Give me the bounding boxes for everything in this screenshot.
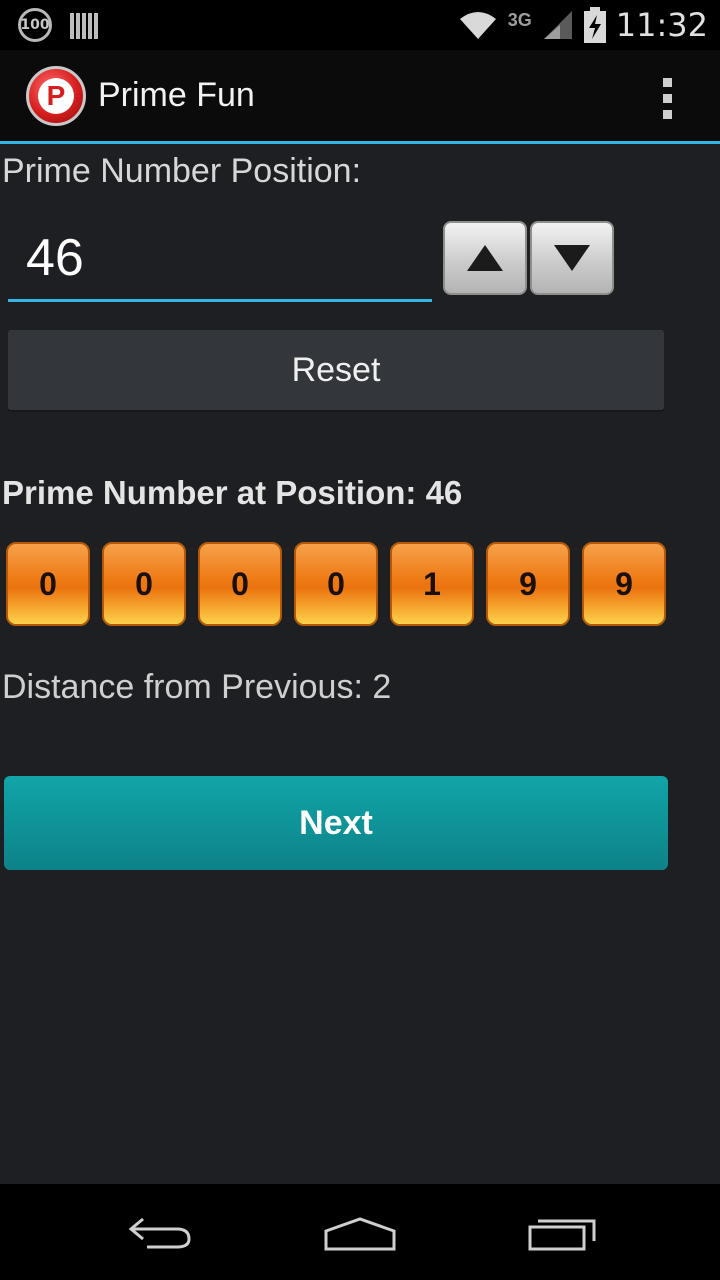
position-input-wrapper: [8, 216, 432, 302]
back-button[interactable]: [120, 1208, 200, 1258]
arrow-down-icon: [554, 245, 590, 271]
action-bar: P Prime Fun: [0, 50, 720, 144]
back-icon: [128, 1217, 191, 1249]
network-type-label: 3G: [507, 9, 532, 30]
clock: 11:32: [615, 6, 708, 44]
battery-charging-icon: [583, 7, 606, 43]
digit-box: 1: [390, 542, 474, 626]
distance-label: Distance from Previous: 2: [2, 668, 392, 706]
overflow-menu-icon[interactable]: [663, 78, 672, 119]
increment-button[interactable]: [443, 221, 527, 295]
notification-badge: 100: [18, 8, 52, 42]
prime-digit-display: 0 0 0 0 1 9 9: [6, 542, 666, 626]
home-icon: [324, 1217, 396, 1251]
next-button[interactable]: Next: [4, 776, 668, 870]
signal-icon: [543, 11, 572, 39]
position-label: Prime Number Position:: [2, 152, 362, 190]
status-bar: 100 3G 11:32: [0, 0, 720, 50]
app-logo[interactable]: P: [26, 65, 86, 126]
navigation-bar: [0, 1184, 720, 1280]
wifi-icon: [459, 12, 496, 39]
recent-apps-icon: [528, 1219, 596, 1251]
recent-apps-button[interactable]: [522, 1208, 602, 1258]
storage-notification-icon: [70, 11, 98, 39]
home-button[interactable]: [320, 1208, 400, 1258]
digit-box: 0: [6, 542, 90, 626]
digit-box: 9: [486, 542, 570, 626]
decrement-button[interactable]: [530, 221, 614, 295]
app-title: Prime Fun: [98, 76, 255, 114]
arrow-up-icon: [467, 245, 503, 271]
digit-box: 0: [294, 542, 378, 626]
position-input[interactable]: [24, 218, 416, 298]
reset-button[interactable]: Reset: [8, 330, 664, 410]
logo-letter: P: [46, 79, 66, 111]
result-label: Prime Number at Position: 46: [2, 474, 463, 511]
digit-box: 9: [582, 542, 666, 626]
digit-box: 0: [102, 542, 186, 626]
digit-box: 0: [198, 542, 282, 626]
